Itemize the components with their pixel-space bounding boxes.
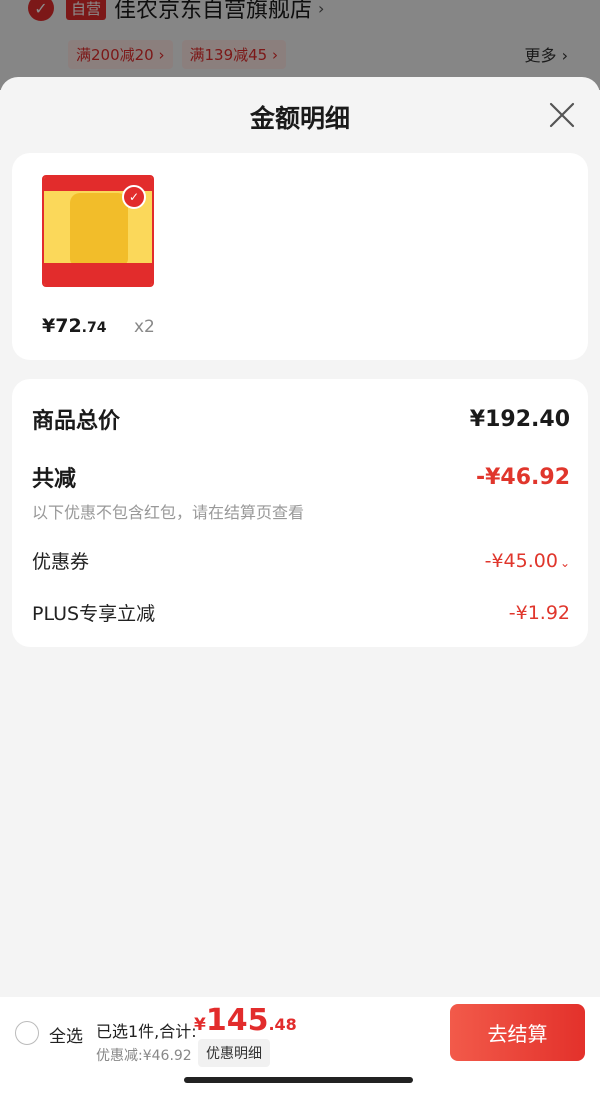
total-price-value: ¥192.40 <box>469 406 570 432</box>
total-price-row: 商品总价 ¥192.40 <box>32 403 570 435</box>
checkout-button[interactable]: 去结算 <box>450 1004 585 1061</box>
select-all-radio[interactable] <box>15 1021 39 1045</box>
selected-check-icon: ✓ <box>122 185 146 209</box>
chevron-down-icon[interactable]: ⌄ <box>560 556 570 570</box>
select-all-label[interactable]: 全选 <box>49 1022 83 1047</box>
plus-discount-value: -¥1.92 <box>508 601 570 624</box>
coupon-row[interactable]: 优惠券 -¥45.00 ⌄ <box>32 547 570 574</box>
amount-detail-sheet: 金额明细 ✓ ¥72.74 x2 商品总价 ¥192.40 共减 -¥46.92… <box>0 77 600 997</box>
coupon-label: 优惠券 <box>32 551 90 573</box>
total-reduce-row: 共减 -¥46.92 <box>32 461 570 493</box>
home-indicator <box>184 1077 413 1083</box>
product-image <box>70 193 128 265</box>
total-reduce-value: -¥46.92 <box>475 464 570 490</box>
discount-note: 以下优惠不包含红包，请在结算页查看 <box>32 503 305 522</box>
coupon-value[interactable]: -¥45.00 ⌄ <box>485 550 570 572</box>
plus-discount-label: PLUS专享立减 <box>32 603 156 625</box>
product-quantity: x2 <box>134 317 155 337</box>
total-amount: ¥145.48 <box>194 1003 297 1038</box>
total-price-label: 商品总价 <box>32 409 121 434</box>
plus-discount-row: PLUS专享立减 -¥1.92 <box>32 599 570 626</box>
product-thumbnail[interactable]: ✓ <box>42 175 154 287</box>
product-card: ✓ ¥72.74 x2 <box>12 153 588 360</box>
thumb-footer <box>44 263 152 285</box>
discount-detail-button[interactable]: 优惠明细 <box>198 1039 270 1067</box>
selected-count-text: 已选1件,合计: <box>96 1022 197 1041</box>
summary-card: 商品总价 ¥192.40 共减 -¥46.92 以下优惠不包含红包，请在结算页查… <box>12 379 588 647</box>
sheet-title: 金额明细 <box>249 104 350 133</box>
total-reduce-label: 共减 <box>32 467 77 492</box>
discount-amount-text: 优惠减:¥46.92 <box>96 1048 192 1064</box>
product-price: ¥72.74 <box>42 315 107 337</box>
close-icon[interactable] <box>548 101 576 129</box>
checkout-bar: 全选 已选1件,合计: ¥145.48 优惠减:¥46.92 优惠明细 去结算 <box>0 997 600 1094</box>
